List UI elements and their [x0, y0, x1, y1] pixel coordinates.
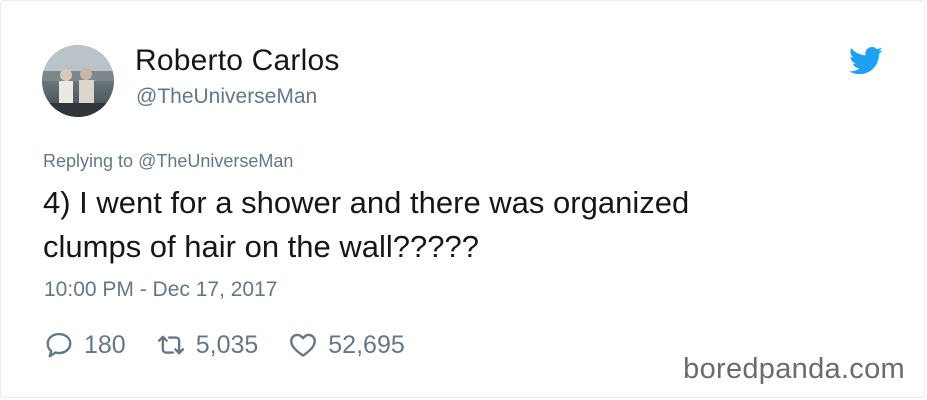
reply-icon	[46, 332, 72, 358]
tweet-card: Roberto Carlos @TheUniverseMan Replying …	[0, 0, 925, 398]
avatar-photo-icon	[42, 45, 114, 117]
author-display-name[interactable]: Roberto Carlos	[135, 44, 340, 78]
replying-to-label: Replying to	[43, 151, 134, 171]
retweet-button[interactable]: 5,035	[156, 330, 259, 360]
replying-to-mention-link[interactable]: @TheUniverseMan	[138, 151, 293, 171]
tweet-text-line: clumps of hair on the wall?????	[43, 229, 479, 264]
avatar[interactable]	[42, 45, 114, 117]
like-count: 52,695	[328, 330, 405, 359]
tweet-text: 4) I went for a shower and there was org…	[43, 181, 863, 269]
like-button[interactable]: 52,695	[288, 330, 405, 360]
reply-button[interactable]: 180	[44, 330, 126, 360]
twitter-bird-icon[interactable]	[849, 46, 883, 76]
tweet-timestamp[interactable]: 10:00 PM - Dec 17, 2017	[44, 278, 277, 302]
replying-to-line: Replying to @TheUniverseMan	[43, 151, 293, 172]
tweet-text-line: 4) I went for a shower and there was org…	[43, 185, 690, 220]
retweet-count: 5,035	[195, 330, 259, 359]
heart-icon	[290, 333, 317, 357]
author-handle[interactable]: @TheUniverseMan	[136, 85, 317, 109]
retweet-icon	[157, 335, 184, 355]
boredpanda-watermark: boredpanda.com	[683, 353, 905, 385]
tweet-actions: 180 5,035 52,695	[44, 327, 435, 363]
reply-count: 180	[84, 330, 126, 359]
